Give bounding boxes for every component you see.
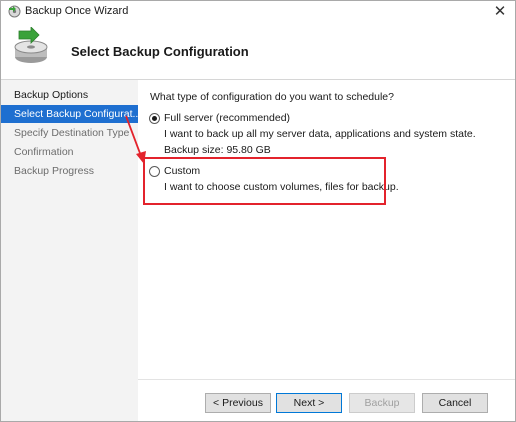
backup-size-text: Backup size: 95.80 GB [164,144,271,156]
backup-app-icon [8,5,21,18]
wizard-steps-nav: Backup Options Select Backup Configurat.… [1,80,138,421]
backup-wizard-icon [11,26,51,67]
wizard-header: Select Backup Configuration [1,23,515,79]
backup-button: Backup [349,393,415,413]
full-server-radio[interactable] [149,113,160,124]
nav-item-specify-destination-type: Specify Destination Type [14,127,130,139]
nav-item-backup-options[interactable]: Backup Options [1,86,138,104]
footer-divider [138,379,515,380]
cancel-button[interactable]: Cancel [422,393,488,413]
window-title: Backup Once Wizard [25,5,129,17]
close-icon[interactable]: ✕ [491,3,509,21]
nav-item-confirmation: Confirmation [14,146,74,158]
full-server-description: I want to back up all my server data, ap… [164,128,476,140]
custom-option-highlight [143,157,386,205]
backup-wizard-window: Backup Once Wizard ✕ Select Backup Confi… [0,0,516,422]
configuration-question: What type of configuration do you want t… [150,91,394,103]
previous-button[interactable]: < Previous [205,393,271,413]
nav-item-select-backup-configuration[interactable]: Select Backup Configurat... [1,105,138,123]
next-button[interactable]: Next > [276,393,342,413]
full-server-label[interactable]: Full server (recommended) [164,112,290,124]
nav-item-backup-progress: Backup Progress [14,165,94,177]
title-bar: Backup Once Wizard ✕ [1,1,515,23]
page-title: Select Backup Configuration [71,44,249,59]
